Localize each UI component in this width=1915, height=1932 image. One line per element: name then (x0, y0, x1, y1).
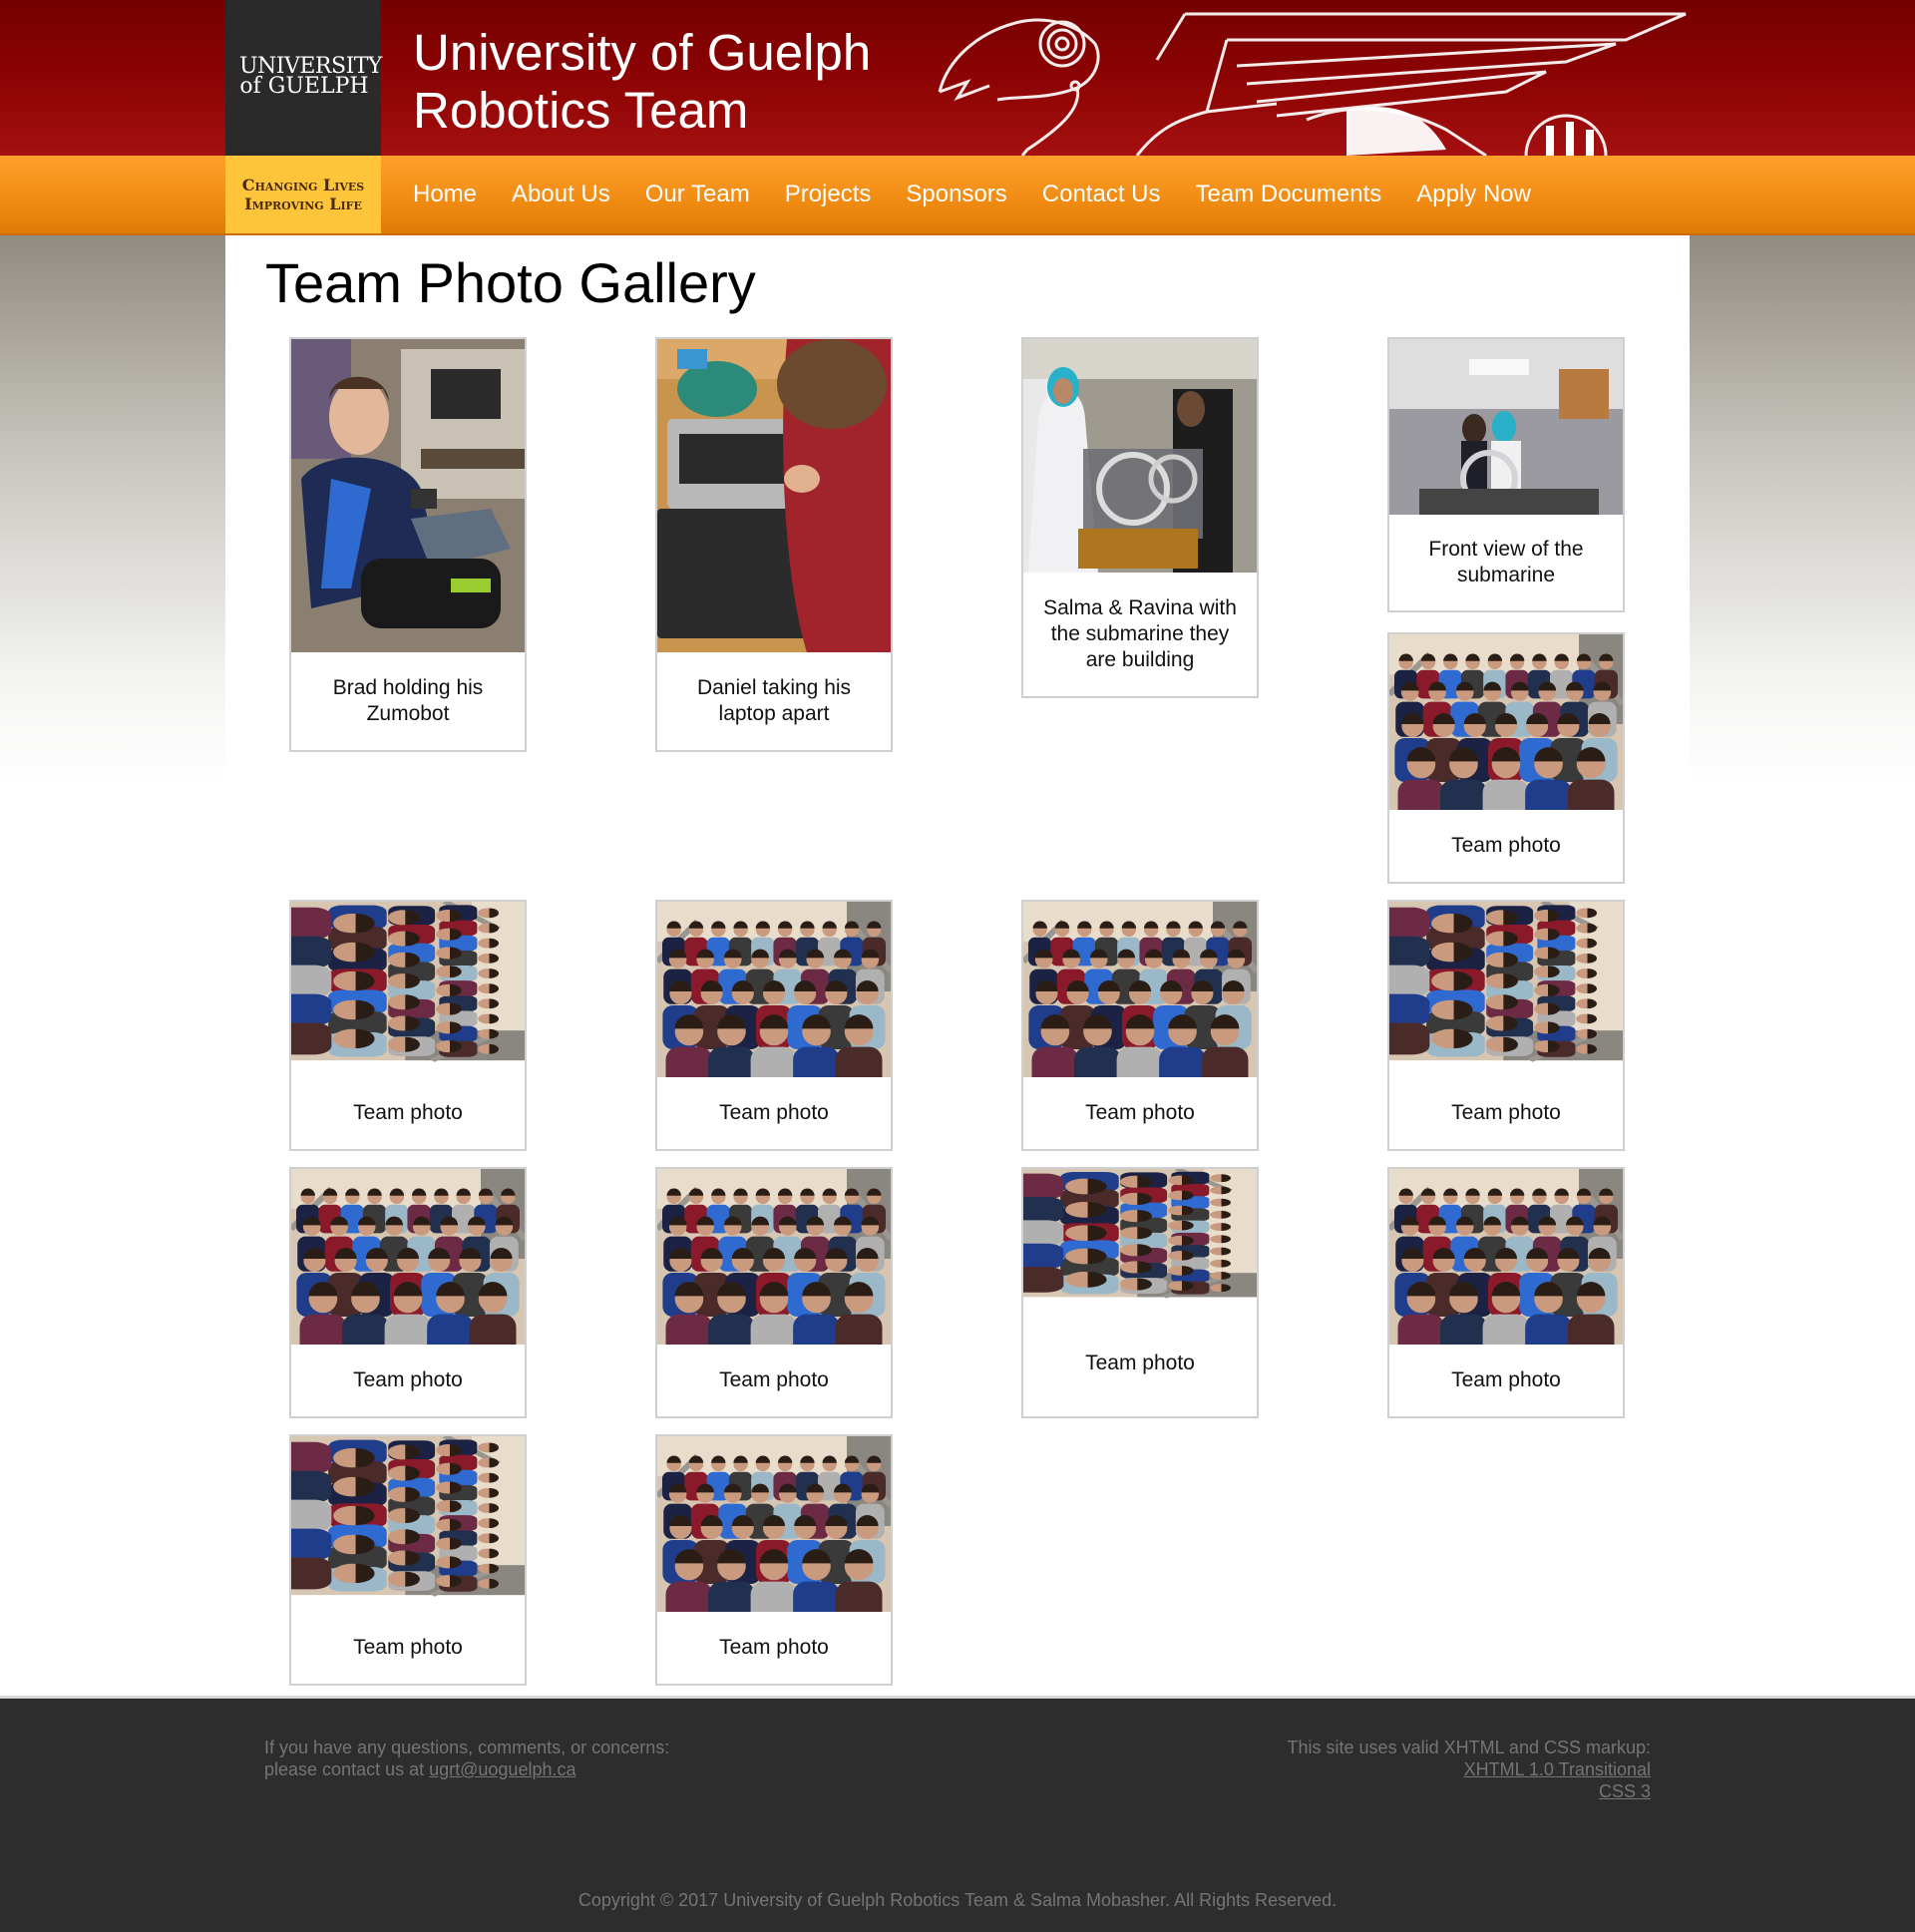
gallery-card-team[interactable]: Team photo (1021, 900, 1259, 1151)
photo-team-group[interactable] (291, 1436, 525, 1612)
gallery-card-team[interactable]: Team photo (655, 1434, 893, 1686)
nav-about-link[interactable]: About Us (512, 181, 610, 208)
css-validation-link[interactable]: CSS 3 (1599, 1781, 1651, 1801)
photo-team-group[interactable] (1023, 1169, 1257, 1311)
photo-caption: Team photo (1085, 1101, 1195, 1124)
photo-team-group[interactable] (657, 1169, 891, 1345)
photo-caption: Team photo (1451, 1368, 1561, 1391)
logo-line-2: of GUELPH (239, 74, 369, 99)
page-title: Team Photo Gallery (265, 251, 756, 314)
photo-salma-ravina-submarine[interactable] (1023, 339, 1257, 573)
site-header: UNIVERSITY of GUELPH University of Guelp… (0, 0, 1915, 156)
tagline: Changing Lives Improving Life (225, 156, 381, 233)
gallery-card-brad[interactable]: Brad holding his Zumobot (289, 337, 527, 752)
gallery-card-team[interactable]: Team photo (655, 900, 893, 1151)
gallery-card-team[interactable]: Team photo (289, 900, 527, 1151)
photo-team-group[interactable] (657, 902, 891, 1077)
gallery-card-daniel[interactable]: Daniel taking his laptop apart (655, 337, 893, 752)
nav-sponsors-link[interactable]: Sponsors (906, 181, 1006, 208)
footer-contact-line: please contact us at ugrt@uoguelph.ca (264, 1758, 669, 1780)
photo-team-group[interactable] (657, 1436, 891, 1612)
nav-projects-link[interactable]: Projects (785, 181, 872, 208)
photo-caption: Team photo (1451, 834, 1561, 857)
photo-team-group[interactable] (1389, 634, 1623, 810)
gryphon-icon (938, 12, 1687, 156)
site-footer: If you have any questions, comments, or … (0, 1696, 1915, 1932)
gallery-card-team[interactable]: Team photo (655, 1167, 893, 1418)
photo-caption: Brad holding his Zumobot (332, 676, 484, 725)
photo-caption: Team photo (353, 1101, 463, 1124)
gallery-card-team[interactable]: Team photo (1387, 900, 1625, 1151)
main-nav: Changing Lives Improving Life Home About… (0, 156, 1915, 235)
photo-caption: Team photo (353, 1636, 463, 1659)
photo-caption: Team photo (719, 1368, 829, 1391)
nav-links: Home About Us Our Team Projects Sponsors… (413, 156, 1566, 233)
nav-contact-link[interactable]: Contact Us (1042, 181, 1161, 208)
site-title: University of Guelph Robotics Team (413, 24, 871, 140)
nav-team-documents-link[interactable]: Team Documents (1196, 181, 1382, 208)
tagline-line-2: Improving Life (244, 194, 362, 213)
footer-contact: If you have any questions, comments, or … (264, 1737, 669, 1780)
footer-validation-text: This site uses valid XHTML and CSS marku… (1287, 1738, 1651, 1757)
xhtml-validation-link[interactable]: XHTML 1.0 Transitional (1464, 1759, 1651, 1779)
footer-validation: This site uses valid XHTML and CSS marku… (1288, 1737, 1651, 1802)
main-content: Team Photo Gallery Brad holding his Zumo… (225, 235, 1690, 1698)
photo-submarine-front-view[interactable] (1389, 339, 1623, 515)
photo-team-group[interactable] (1389, 902, 1623, 1077)
tagline-line-1: Changing Lives (241, 176, 365, 194)
nav-home-link[interactable]: Home (413, 181, 477, 208)
photo-team-group[interactable] (291, 902, 525, 1077)
gallery-card-submarine-front[interactable]: Front view of the submarine (1387, 337, 1625, 612)
nav-our-team-link[interactable]: Our Team (645, 181, 750, 208)
footer-contact-text: If you have any questions, comments, or … (264, 1738, 670, 1757)
photo-daniel-laptop[interactable] (657, 339, 891, 652)
gallery-card-team[interactable]: Team photo (1021, 1167, 1259, 1418)
contact-email-link[interactable]: ugrt@uoguelph.ca (429, 1759, 575, 1779)
photo-caption: Team photo (1085, 1352, 1195, 1374)
photo-caption: Daniel taking his laptop apart (696, 676, 852, 725)
university-logo[interactable]: UNIVERSITY of GUELPH (225, 0, 382, 156)
site-title-line-2: Robotics Team (413, 82, 749, 139)
photo-caption: Front view of the submarine (1428, 538, 1584, 586)
gallery-card-salma-ravina[interactable]: Salma & Ravina with the submarine they a… (1021, 337, 1259, 698)
photo-team-group[interactable] (1389, 1169, 1623, 1345)
gallery-card-team[interactable]: Team photo (289, 1434, 527, 1686)
photo-team-group[interactable] (1023, 902, 1257, 1077)
nav-apply-now-link[interactable]: Apply Now (1416, 181, 1531, 208)
footer-contact-prefix: please contact us at (264, 1759, 430, 1779)
gallery-card-team[interactable]: Team photo (289, 1167, 527, 1418)
photo-caption: Salma & Ravina with the submarine they a… (1043, 596, 1237, 671)
photo-brad-zumobot[interactable] (291, 339, 525, 652)
photo-team-group[interactable] (291, 1169, 525, 1345)
photo-caption: Team photo (719, 1636, 829, 1659)
photo-caption: Team photo (1451, 1101, 1561, 1124)
gallery-card-team[interactable]: Team photo (1387, 1167, 1625, 1418)
photo-caption: Team photo (353, 1368, 463, 1391)
copyright-text: Copyright © 2017 University of Guelph Ro… (577, 1890, 1338, 1910)
photo-caption: Team photo (719, 1101, 829, 1124)
site-title-line-1: University of Guelph (413, 24, 872, 81)
gallery-card-team[interactable]: Team photo (1387, 632, 1625, 884)
